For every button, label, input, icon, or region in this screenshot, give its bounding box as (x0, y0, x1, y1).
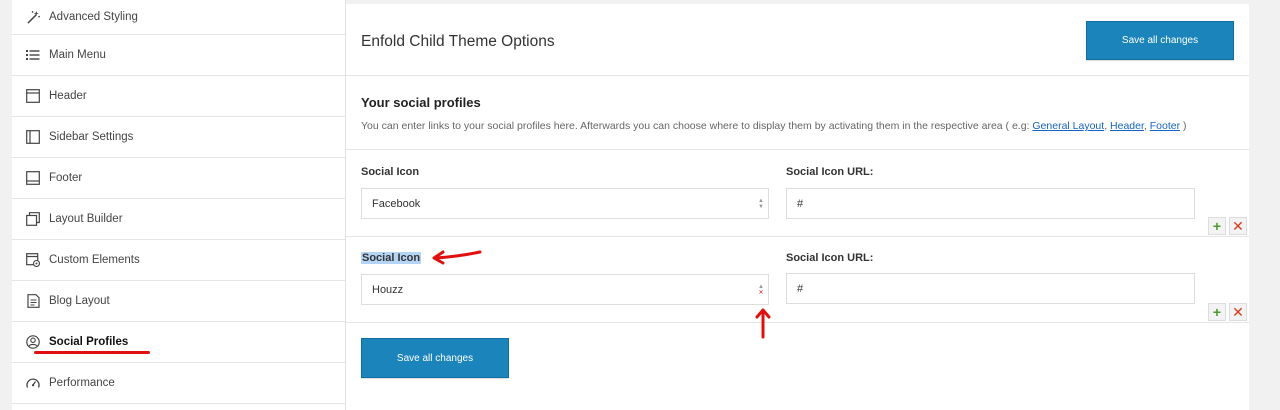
sidebar-item-label: Sidebar Settings (49, 131, 134, 143)
divider (346, 236, 1249, 237)
annotation-underline (34, 351, 150, 354)
custom-elements-icon (25, 252, 41, 268)
save-all-changes-button[interactable]: Save all changes (1086, 21, 1234, 60)
social-icon-url-label: Social Icon URL: (786, 252, 874, 264)
sidebar-item-label: Social Profiles (49, 336, 129, 348)
list-icon (25, 47, 41, 63)
options-sidebar: Advanced Styling Main Menu Header Sideba… (12, 0, 346, 410)
section-title: Your social profiles (361, 95, 481, 110)
user-circle-icon (25, 334, 41, 350)
social-icon-select-value: Houzz (372, 283, 404, 296)
sidebar-item-main-menu[interactable]: Main Menu (12, 35, 345, 76)
sidebar-item-sidebar-settings[interactable]: Sidebar Settings (12, 117, 345, 158)
social-icon-url-label: Social Icon URL: (786, 166, 874, 178)
close-icon: ✕ (1232, 217, 1244, 234)
social-icon-select[interactable]: Facebook ▲ ▼ (361, 188, 769, 219)
social-profiles-section-header: Your social profiles You can enter links… (361, 95, 1241, 132)
divider (346, 149, 1249, 150)
annotation-arrow-left-icon (432, 250, 482, 265)
sidebar-item-footer[interactable]: Footer (12, 158, 345, 199)
close-icon: ✕ (1232, 303, 1244, 320)
add-profile-button[interactable]: + (1208, 217, 1226, 235)
section-description-end: ) (1180, 120, 1187, 132)
sidebar-item-blog-layout[interactable]: Blog Layout (12, 281, 345, 322)
sidebar-item-label: Blog Layout (49, 295, 110, 307)
select-arrows-icon: ▲ ▼ (758, 198, 764, 210)
sidebar-item-header[interactable]: Header (12, 76, 345, 117)
sidebar-item-layout-builder[interactable]: Layout Builder (12, 199, 345, 240)
footer-link[interactable]: Footer (1150, 120, 1180, 132)
plus-icon: + (1212, 304, 1222, 320)
gauge-icon (25, 375, 41, 391)
social-icon-label: Social Icon (361, 252, 422, 264)
save-all-changes-button-bottom[interactable]: Save all changes (361, 338, 509, 378)
annotation-arrow-up-icon (755, 308, 771, 339)
divider (346, 322, 1249, 323)
sidebar-item-label: Main Menu (49, 49, 106, 61)
sidebar-item-label: Advanced Styling (49, 11, 138, 23)
layout-builder-icon (25, 211, 41, 227)
header-layout-icon (25, 88, 41, 104)
page-title: Enfold Child Theme Options (361, 33, 555, 50)
select-arrows-icon: ▲ ✕ (758, 284, 764, 296)
social-icon-url-input[interactable]: # (786, 273, 1195, 304)
options-header: Enfold Child Theme Options Save all chan… (346, 4, 1249, 76)
remove-profile-button[interactable]: ✕ (1229, 303, 1247, 321)
add-profile-button[interactable]: + (1208, 303, 1226, 321)
section-description-text: You can enter links to your social profi… (361, 120, 1033, 132)
general-layout-link[interactable]: General Layout (1032, 120, 1104, 132)
sidebar-item-label: Performance (49, 377, 115, 389)
sidebar-item-custom-elements[interactable]: Custom Elements (12, 240, 345, 281)
remove-profile-button[interactable]: ✕ (1229, 217, 1247, 235)
social-icon-select[interactable]: Houzz ▲ ✕ (361, 274, 769, 305)
sidebar-layout-icon (25, 129, 41, 145)
sidebar-item-social-profiles[interactable]: Social Profiles (12, 322, 345, 363)
sidebar-item-advanced-styling[interactable]: Advanced Styling (12, 0, 345, 35)
sidebar-item-performance[interactable]: Performance (12, 363, 345, 404)
header-link[interactable]: Header (1110, 120, 1144, 132)
blog-icon (25, 293, 41, 309)
footer-layout-icon (25, 170, 41, 186)
magic-wand-icon (25, 9, 41, 25)
sidebar-item-label: Footer (49, 172, 83, 184)
social-icon-select-value: Facebook (372, 197, 421, 210)
plus-icon: + (1212, 218, 1222, 234)
social-icon-url-input[interactable]: # (786, 188, 1195, 219)
social-icon-label: Social Icon (361, 166, 420, 178)
section-description: You can enter links to your social profi… (361, 120, 1241, 132)
sidebar-item-label: Layout Builder (49, 213, 123, 225)
sidebar-item-label: Custom Elements (49, 254, 140, 266)
sidebar-item-label: Header (49, 90, 87, 102)
options-main-panel: Enfold Child Theme Options Save all chan… (346, 4, 1249, 410)
